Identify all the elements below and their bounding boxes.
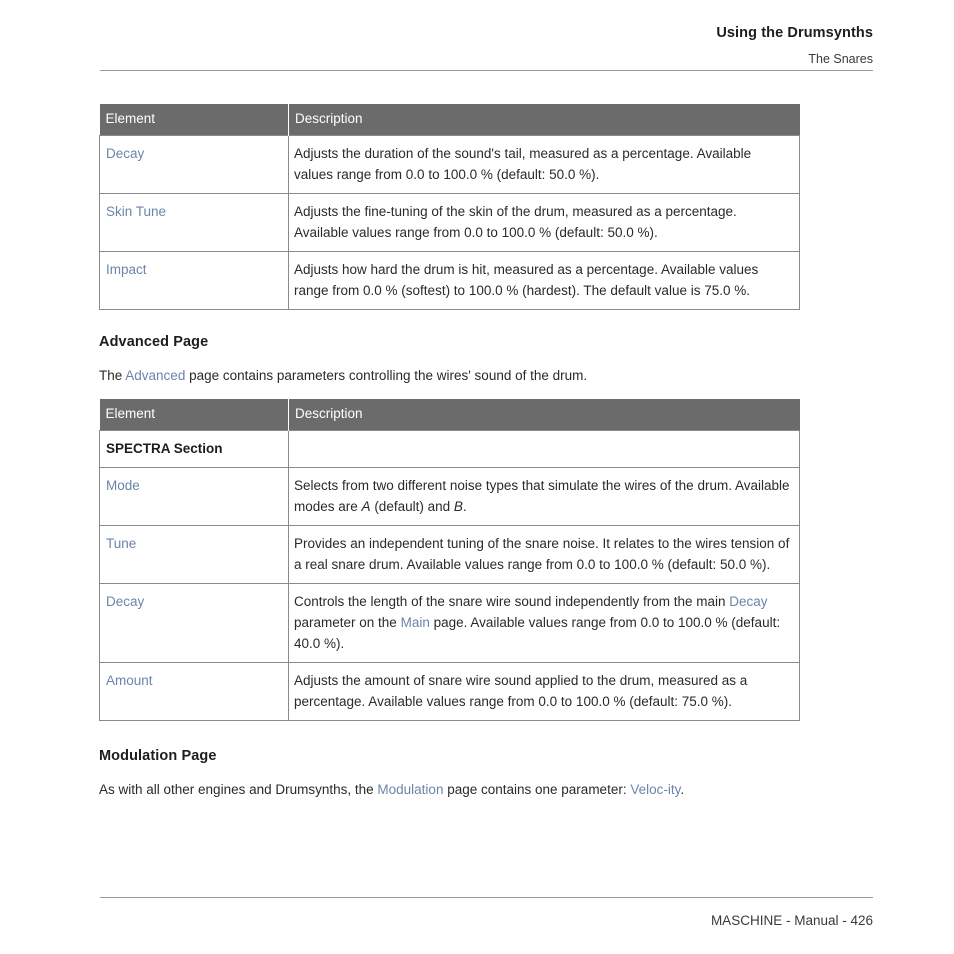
main-page-parameter-table: Element Description Decay Adjusts the du… xyxy=(99,104,800,310)
param-description-tune: Provides an independent tuning of the sn… xyxy=(288,525,800,584)
header-section-title: The Snares xyxy=(808,52,873,66)
header-chapter-title: Using the Drumsynths xyxy=(716,25,873,41)
table-header-row: Element Description xyxy=(99,104,800,136)
main-table-body: Decay Adjusts the duration of the sound'… xyxy=(99,135,800,310)
header-divider xyxy=(100,70,873,71)
inline-link[interactable]: Veloc-ity xyxy=(630,782,680,797)
table-row: Impact Adjusts how hard the drum is hit,… xyxy=(99,251,800,310)
param-name-impact[interactable]: Impact xyxy=(99,251,289,310)
column-header-description: Description xyxy=(288,104,800,136)
param-name-tune[interactable]: Tune xyxy=(99,525,289,584)
paragraph-modulation-page: As with all other engines and Drumsynths… xyxy=(99,782,685,797)
inline-link[interactable]: Decay xyxy=(729,594,767,609)
table-row: Decay Controls the length of the snare w… xyxy=(99,583,800,663)
param-name-skin-tune[interactable]: Skin Tune xyxy=(99,193,289,252)
heading-modulation-page: Modulation Page xyxy=(99,748,217,764)
param-name-decay-advanced[interactable]: Decay xyxy=(99,583,289,663)
column-header-element: Element xyxy=(99,104,289,136)
param-description-decay: Adjusts the duration of the sound's tail… xyxy=(288,135,800,194)
param-description-mode: Selects from two different noise types t… xyxy=(288,467,800,526)
param-description-impact: Adjusts how hard the drum is hit, measur… xyxy=(288,251,800,310)
inline-link[interactable]: Main xyxy=(401,615,430,630)
table-row: Amount Adjusts the amount of snare wire … xyxy=(99,662,800,721)
advanced-table-body: SPECTRA Section Mode Selects from two di… xyxy=(99,430,800,721)
inline-emphasis: A xyxy=(361,499,371,514)
param-description-skin-tune: Adjusts the fine-tuning of the skin of t… xyxy=(288,193,800,252)
table-row: Mode Selects from two different noise ty… xyxy=(99,467,800,526)
inline-emphasis: B xyxy=(453,499,463,514)
paragraph-advanced-page: The Advanced page contains parameters co… xyxy=(99,368,588,383)
footer-divider xyxy=(100,897,873,898)
param-name-decay[interactable]: Decay xyxy=(99,135,289,194)
table-header-row: Element Description xyxy=(99,399,800,431)
param-description-amount: Adjusts the amount of snare wire sound a… xyxy=(288,662,800,721)
column-header-description: Description xyxy=(288,399,800,431)
inline-link[interactable]: Advanced xyxy=(125,368,185,383)
inline-link[interactable]: Modulation xyxy=(377,782,443,797)
table-row: Skin Tune Adjusts the fine-tuning of the… xyxy=(99,193,800,252)
param-description-decay-advanced: Controls the length of the snare wire so… xyxy=(288,583,800,663)
table-row: Tune Provides an independent tuning of t… xyxy=(99,525,800,584)
section-label-spectra: SPECTRA Section xyxy=(99,430,289,468)
section-description-spectra xyxy=(288,430,800,468)
table-row: Decay Adjusts the duration of the sound'… xyxy=(99,135,800,194)
footer-page-number: MASCHINE - Manual - 426 xyxy=(710,913,873,928)
heading-advanced-page: Advanced Page xyxy=(99,334,209,350)
running-header: Using the Drumsynths The Snares xyxy=(100,24,873,67)
param-name-amount[interactable]: Amount xyxy=(99,662,289,721)
advanced-page-parameter-table: Element Description SPECTRA Section Mode… xyxy=(99,399,800,721)
column-header-element: Element xyxy=(99,399,289,431)
content-column: Element Description Decay Adjusts the du… xyxy=(99,104,800,800)
param-name-mode[interactable]: Mode xyxy=(99,467,289,526)
document-page: Using the Drumsynths The Snares Element … xyxy=(0,0,954,954)
table-row: SPECTRA Section xyxy=(99,430,800,468)
